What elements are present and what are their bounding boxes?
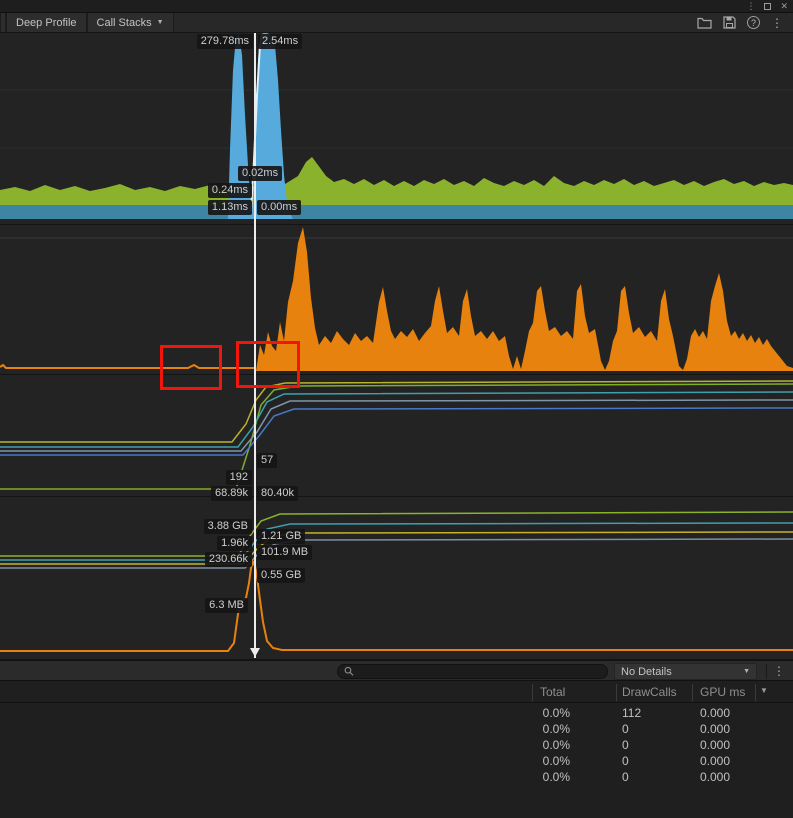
close-icon[interactable]: ✕ [780,0,788,12]
memory-right-label-3: 0.55 GB [257,568,306,583]
save-profile-icon[interactable] [723,16,736,29]
column-header-drawcalls[interactable]: DrawCalls [622,685,677,699]
toolbar-more-icon[interactable]: ⋮ [771,16,783,30]
cpu-peak-left-label: 279.78ms [196,34,253,49]
cpu-usage-chart[interactable] [0,33,793,225]
column-separator [532,684,533,701]
counter-right-label-1: 57 [257,453,278,468]
toolbar-separator [766,664,767,679]
cpu-mid-label: 0.02ms [238,166,283,181]
counters-chart[interactable] [0,375,793,497]
memory-left-label-2: 1.96k [217,536,252,551]
column-header-gpu-ms[interactable]: GPU ms [700,685,745,699]
chevron-down-icon: ▼ [743,668,750,675]
cell-total: 0.0% [542,754,570,768]
search-icon [344,666,354,676]
memory-right-label-2: 101.9 MB [257,545,313,560]
chevron-down-icon: ▼ [156,19,164,26]
profiler-toolbar: Deep Profile Call Stacks ▼ ? ⋮ [0,12,793,33]
frame-selection-handle[interactable] [250,648,260,657]
window-titlebar: ⋮ ✕ [0,0,793,12]
search-input[interactable] [358,665,601,678]
cell-drawcalls: 0 [622,722,629,736]
memory-left-label-3: 230.66k [204,552,252,567]
sort-indicator-icon[interactable]: ▼ [760,686,768,695]
cell-gpu-ms: 0.000 [700,738,731,752]
help-icon[interactable]: ? [747,16,760,29]
details-panel: Total DrawCalls GPU ms ▼ 0.0% 112 0.000 … [0,681,793,818]
cell-gpu-ms: 0.000 [700,706,731,720]
help-glyph: ? [750,17,756,28]
load-profile-icon[interactable] [697,16,712,29]
search-field[interactable] [337,664,608,679]
call-stacks-label: Call Stacks [96,16,152,29]
panel-menu-icon[interactable]: ⋮ [746,0,755,12]
table-row[interactable]: 0.0% 0 0.000 [0,770,793,786]
table-row[interactable]: 0.0% 0 0.000 [0,738,793,754]
deep-profile-button[interactable]: Deep Profile [6,13,87,32]
column-header-total[interactable]: Total [540,685,565,699]
maximize-icon[interactable] [764,2,772,10]
column-separator [616,684,617,701]
memory-chart[interactable] [0,497,793,660]
table-row[interactable]: 0.0% 112 0.000 [0,706,793,722]
details-toolbar: No Details ▼ ⋮ [0,660,793,681]
counter-left-label-2: 68.89k [210,486,252,501]
window-controls: ⋮ ✕ [746,0,788,12]
cell-drawcalls: 0 [622,770,629,784]
cell-gpu-ms: 0.000 [700,770,731,784]
rendering-chart[interactable] [0,225,793,375]
cell-total: 0.0% [542,706,570,720]
cpu-right-label-2: 0.00ms [257,200,302,215]
cell-total: 0.0% [542,770,570,784]
table-row[interactable]: 0.0% 0 0.000 [0,722,793,738]
column-separator [692,684,693,701]
table-row[interactable]: 0.0% 0 0.000 [0,754,793,770]
memory-right-label-1: 1.21 GB [257,529,306,544]
cpu-left-label-2: 1.13ms [207,200,252,215]
cell-total: 0.0% [542,738,570,752]
cell-drawcalls: 0 [622,738,629,752]
cpu-left-label-1: 0.24ms [207,183,252,198]
call-stacks-button[interactable]: Call Stacks ▼ [86,13,174,32]
deep-profile-label: Deep Profile [16,16,77,29]
memory-left-label-4: 6.3 MB [205,598,248,613]
details-view-dropdown[interactable]: No Details ▼ [614,663,757,680]
cell-gpu-ms: 0.000 [700,754,731,768]
column-separator [755,684,756,701]
counter-left-label-1: 192 [225,470,252,485]
cell-drawcalls: 0 [622,754,629,768]
unity-profiler-window: ⋮ ✕ Deep Profile Call Stacks ▼ ? ⋮ 279.7… [0,0,793,818]
details-more-icon[interactable]: ⋮ [773,664,785,678]
annotation-rect-2 [236,341,300,388]
annotation-rect-1 [160,345,222,390]
memory-left-label-1: 3.88 GB [203,519,252,534]
cell-drawcalls: 112 [622,706,642,720]
cell-gpu-ms: 0.000 [700,722,731,736]
counter-right-label-2: 80.40k [257,486,299,501]
toolbar-right-icons: ? ⋮ [697,13,793,32]
cpu-peak-right-label: 2.54ms [258,34,303,49]
cell-total: 0.0% [542,722,570,736]
details-view-label: No Details [621,665,672,678]
details-table-rows: 0.0% 112 0.000 0.0% 0 0.000 0.0% 0 0.000… [0,703,793,786]
details-table-header: Total DrawCalls GPU ms ▼ [0,681,793,703]
